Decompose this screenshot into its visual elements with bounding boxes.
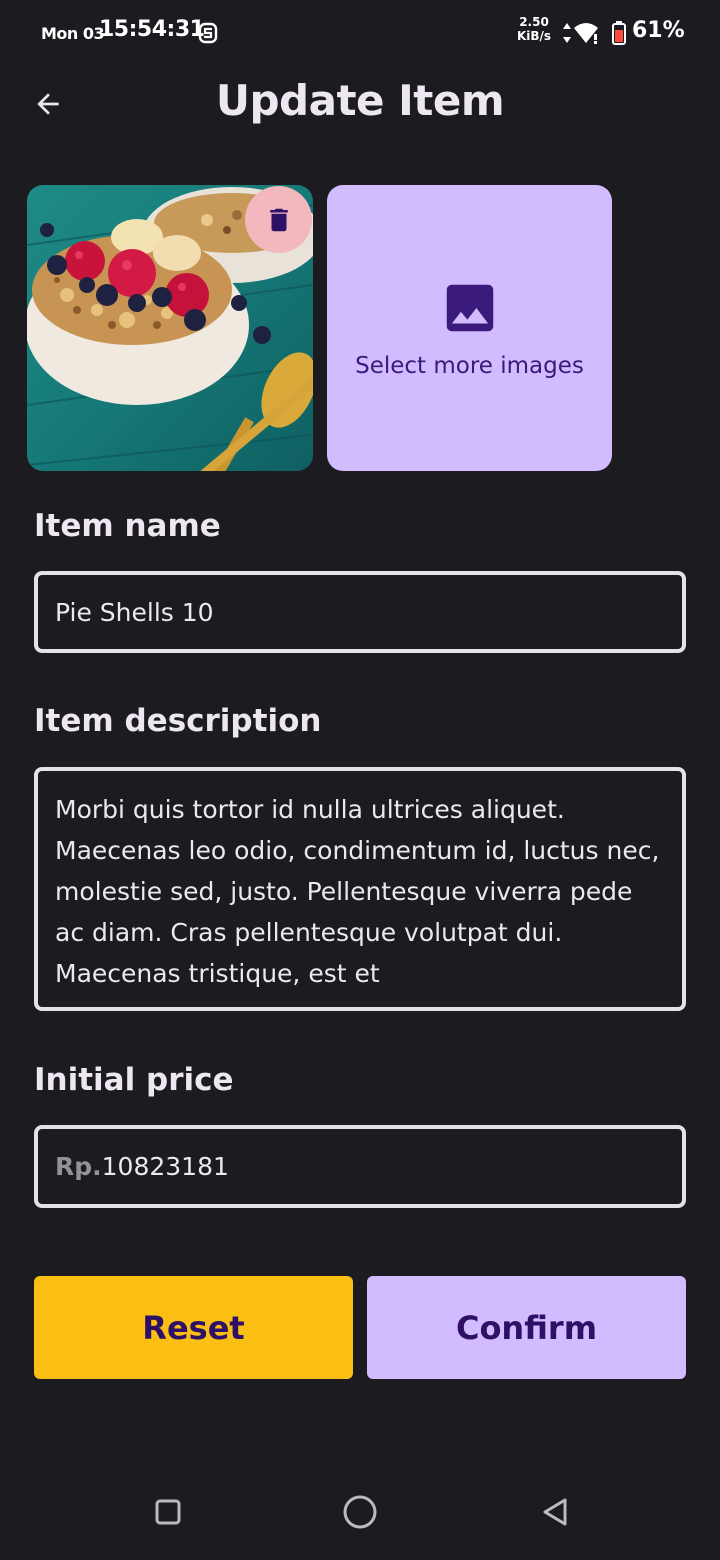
item-name-value: Pie Shells 10 <box>55 597 214 627</box>
status-bar: Mon 03 15:54:31 2.50 KiB/s 61% <box>0 0 720 64</box>
battery-percent: 61% <box>632 18 685 43</box>
item-description-value: Morbi quis tortor id nulla ultrices aliq… <box>55 795 660 988</box>
item-description-field[interactable]: Morbi quis tortor id nulla ultrices aliq… <box>34 767 686 1011</box>
confirm-button[interactable]: Confirm <box>367 1276 686 1379</box>
delete-image-button[interactable] <box>245 186 312 253</box>
select-more-label: Select more images <box>355 353 584 379</box>
nav-triangle-icon <box>543 1498 567 1526</box>
back-nav-button[interactable] <box>530 1492 580 1532</box>
trash-icon <box>269 208 288 231</box>
nav-circle-icon <box>343 1495 377 1529</box>
status-day: Mon 03 <box>41 24 105 43</box>
image-icon <box>446 284 493 332</box>
recents-button[interactable] <box>143 1492 193 1532</box>
initial-price-label: Initial price <box>34 1062 234 1098</box>
reset-button[interactable]: Reset <box>34 1276 353 1379</box>
currency-prefix: Rp. <box>55 1152 102 1181</box>
item-name-field[interactable]: Pie Shells 10 <box>34 571 686 653</box>
select-more-images-button[interactable]: Select more images <box>327 185 612 471</box>
sync-icon <box>198 22 218 44</box>
item-description-label: Item description <box>34 703 322 739</box>
initial-price-field[interactable]: Rp.10823181 <box>34 1125 686 1208</box>
network-speed: 2.50 KiB/s <box>516 15 552 43</box>
item-name-label: Item name <box>34 508 221 544</box>
signal-wifi-battery-icon <box>563 21 626 45</box>
price-value: 10823181 <box>101 1152 229 1181</box>
price-row: Rp.10823181 <box>38 1152 229 1181</box>
system-nav-bar <box>0 1470 720 1560</box>
status-time: 15:54:31 <box>99 17 205 42</box>
nav-square-icon <box>155 1499 181 1525</box>
home-button[interactable] <box>335 1492 385 1532</box>
page-title: Update Item <box>215 76 505 125</box>
